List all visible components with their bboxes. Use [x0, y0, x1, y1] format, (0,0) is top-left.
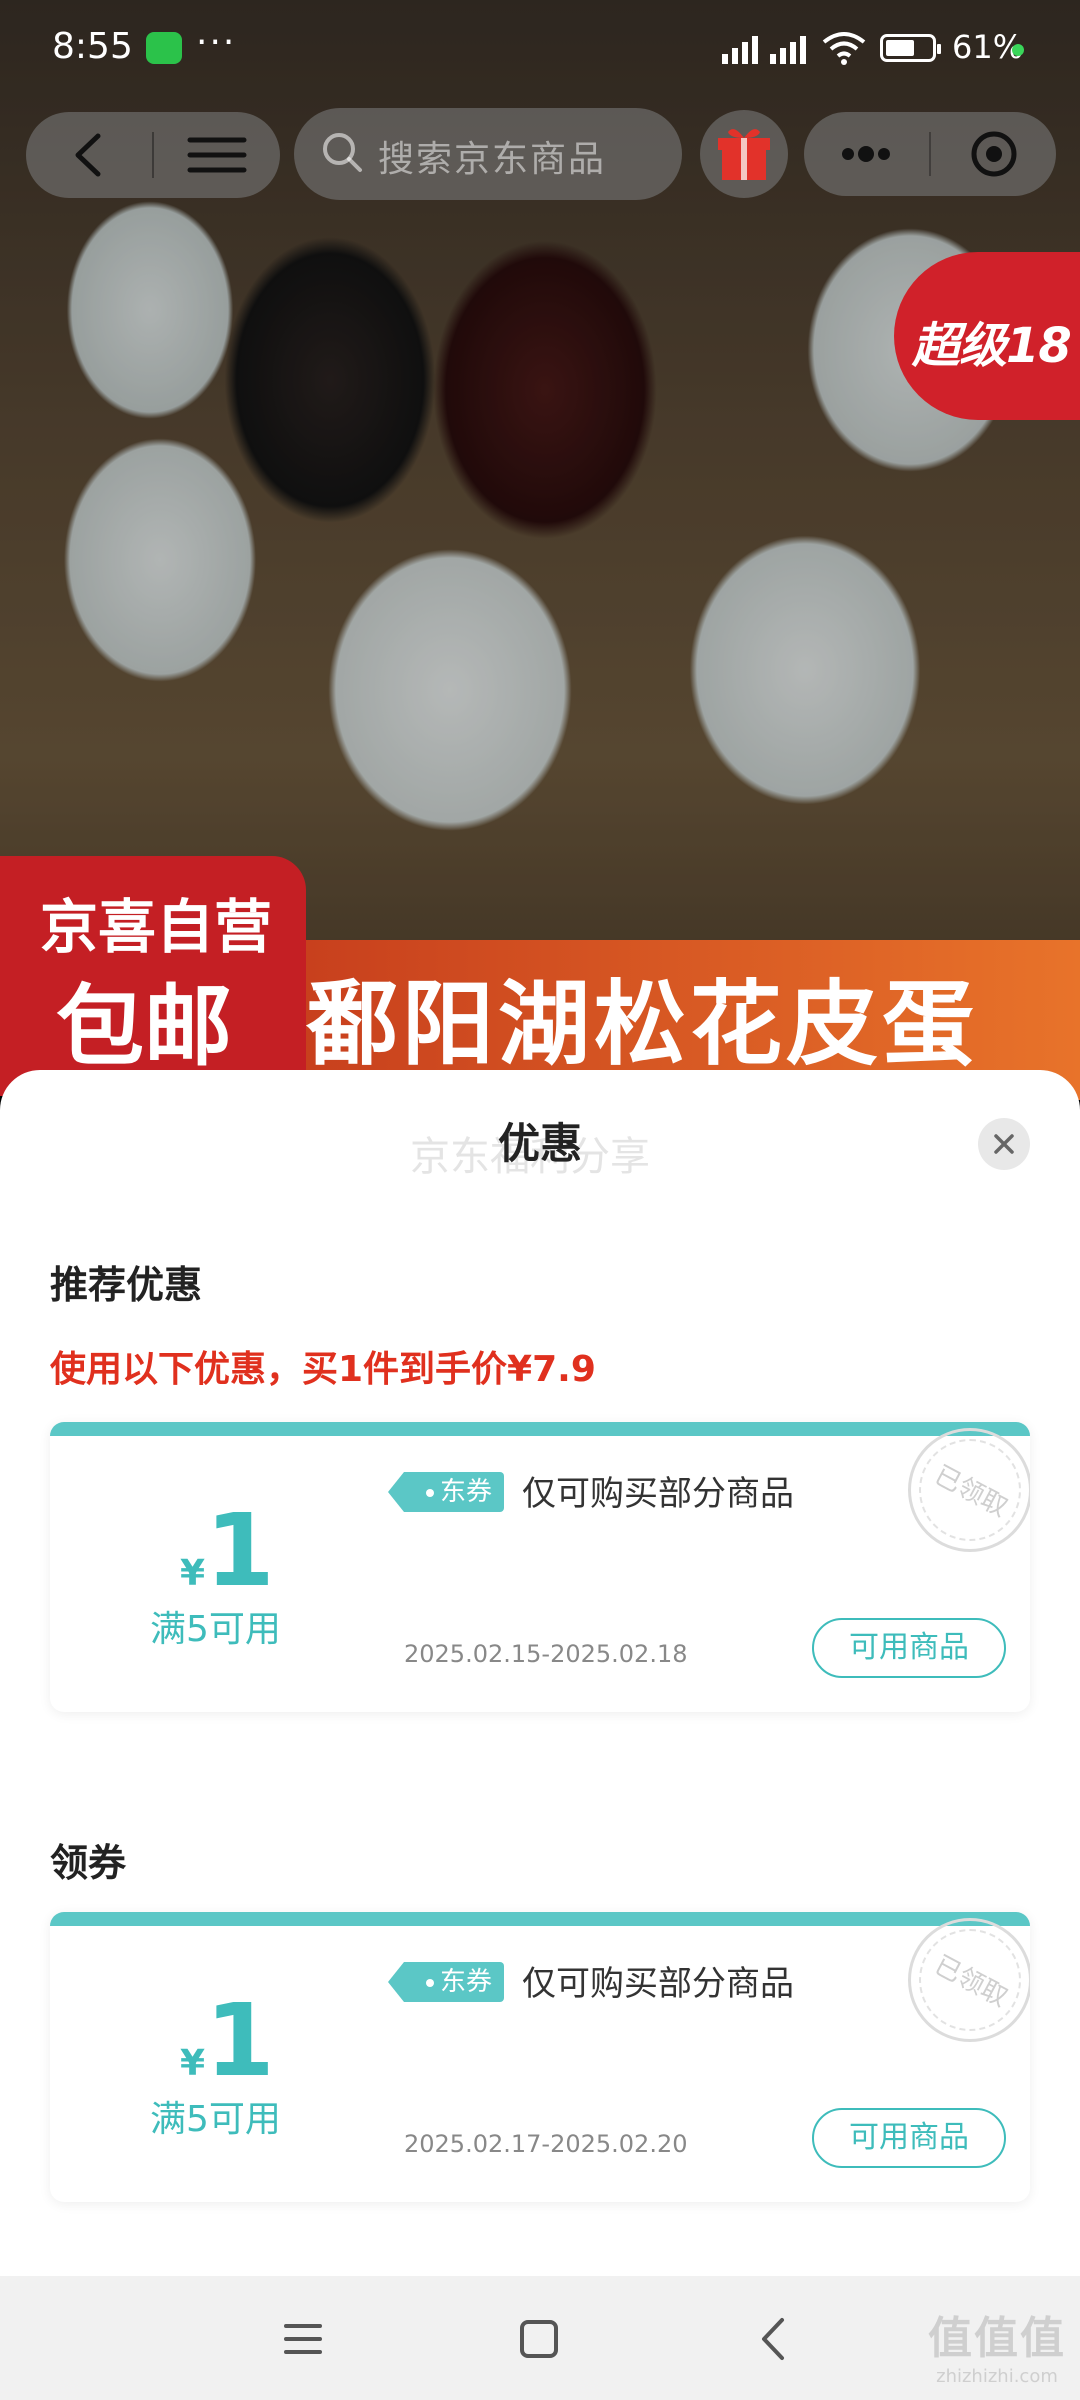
status-bar: 8:55 ··· 61% — [0, 0, 1080, 100]
more-options-button[interactable] — [804, 112, 928, 196]
claim-section-title: 领券 — [50, 1841, 127, 1885]
coupon-description: 仅可购买部分商品 — [522, 1964, 794, 2004]
coupon-type-label: 东券 — [440, 1967, 493, 1997]
claimed-stamp-icon: 已领取 — [908, 1428, 1030, 1552]
chevron-left-icon — [75, 133, 101, 177]
hamburger-icon — [187, 137, 247, 173]
jd-badge-top-text: 京喜自营 — [40, 893, 273, 961]
menu-button[interactable] — [154, 112, 280, 198]
status-time: 8:55 — [52, 26, 133, 67]
sheet-title: 优惠 — [497, 1119, 582, 1168]
coupon-amount: ¥1 — [180, 1982, 275, 2099]
dot-icon — [426, 1978, 434, 1987]
wifi-icon — [822, 32, 866, 65]
available-products-button[interactable]: 可用商品 — [812, 1618, 1006, 1678]
coupon-description: 仅可购买部分商品 — [522, 1474, 794, 1514]
chevron-left-icon — [762, 2318, 784, 2360]
miniapp-capsule — [804, 112, 1056, 196]
wechat-icon — [146, 32, 182, 64]
coupon-value: 1 — [205, 1982, 275, 2099]
charging-dot-icon — [1012, 44, 1024, 56]
recommend-section-title: 推荐优惠 — [50, 1263, 203, 1307]
signal-icon — [722, 36, 806, 64]
coupon-top-bar — [50, 1912, 1030, 1926]
search-placeholder: 搜索京东商品 — [378, 139, 607, 180]
dot-icon — [426, 1488, 434, 1497]
recommend-price-note: 使用以下优惠，买1件到手价¥7.9 — [50, 1349, 596, 1390]
available-products-button[interactable]: 可用商品 — [812, 2108, 1006, 2168]
target-icon — [971, 131, 1017, 177]
battery-icon — [880, 34, 941, 62]
coupon-date-range: 2025.02.15-2025.02.18 — [404, 1640, 688, 1668]
status-more-indicator: ··· — [196, 22, 237, 63]
coupon-currency: ¥ — [180, 2043, 206, 2084]
coupon-date-range: 2025.02.17-2025.02.20 — [404, 2130, 688, 2158]
site-watermark: 值值值 zhizhizhi.com — [928, 2302, 1066, 2387]
claimed-stamp-icon: 已领取 — [908, 1918, 1030, 2042]
site-watermark-main: 值值值 — [928, 2313, 1066, 2364]
promo-tag-text: 超级18 — [912, 318, 1072, 374]
coupon-amount: ¥1 — [180, 1492, 275, 1609]
hamburger-icon — [284, 2324, 322, 2354]
close-icon — [994, 1134, 1014, 1154]
site-watermark-sub: zhizhizhi.com — [936, 2366, 1058, 2387]
coupon-card: ¥1 满5可用 东券 仅可购买部分商品 2025.02.17-2025.02.2… — [50, 1912, 1030, 2202]
recent-apps-button[interactable] — [276, 2312, 330, 2366]
promo-tag: 超级18 — [894, 252, 1080, 420]
claimed-stamp-text: 已领取 — [929, 1950, 1013, 2014]
nav-pill — [26, 112, 280, 198]
product-title: 鄱阳湖松花皮蛋 — [306, 971, 979, 1078]
discount-sheet: 京东福利分享 优惠 推荐优惠 使用以下优惠，买1件到手价¥7.9 ¥1 满5可用… — [0, 1070, 1080, 2276]
gift-button[interactable] — [700, 110, 788, 198]
coupon-value: 1 — [205, 1492, 275, 1609]
coupon-type-label: 东券 — [440, 1477, 493, 1507]
back-button[interactable] — [26, 112, 152, 198]
claimed-stamp-text: 已领取 — [929, 1460, 1013, 1524]
jd-badge: 京喜自营 包邮 — [0, 856, 306, 1096]
square-icon — [520, 2320, 558, 2358]
sheet-close-button[interactable] — [978, 1118, 1030, 1170]
gift-icon — [718, 129, 770, 180]
home-button[interactable] — [512, 2312, 566, 2366]
coupon-condition: 满5可用 — [150, 2099, 281, 2140]
system-nav-bar: 值值值 zhizhizhi.com — [0, 2276, 1080, 2400]
more-dots-icon — [842, 146, 890, 162]
capsule-divider — [929, 132, 931, 176]
coupon-card: ¥1 满5可用 东券 仅可购买部分商品 2025.02.15-2025.02.1… — [50, 1422, 1030, 1712]
system-back-button[interactable] — [748, 2312, 802, 2366]
jd-badge-bottom-text: 包邮 — [56, 975, 233, 1078]
coupon-condition: 满5可用 — [150, 1609, 281, 1650]
search-input[interactable]: 搜索京东商品 — [294, 108, 682, 200]
search-icon — [323, 133, 362, 172]
close-miniapp-button[interactable] — [932, 112, 1056, 196]
coupon-type-tag: 东券 — [387, 1472, 505, 1512]
coupon-top-bar — [50, 1422, 1030, 1436]
coupon-type-tag: 东券 — [387, 1962, 505, 2002]
coupon-currency: ¥ — [180, 1553, 206, 1594]
